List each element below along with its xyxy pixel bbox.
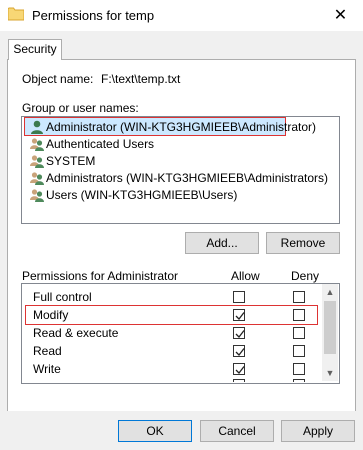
- list-item-label: Administrator (WIN-KTG3HGMIEEB\Administr…: [46, 120, 317, 134]
- deny-column-header: Deny: [291, 269, 320, 283]
- permission-row-write: Write: [33, 361, 61, 377]
- user-group-icon: [30, 137, 44, 152]
- object-name-label: Object name:: [22, 72, 94, 86]
- apply-button[interactable]: Apply: [281, 420, 355, 442]
- deny-checkbox-partial[interactable]: [293, 379, 305, 382]
- scroll-up-arrow-icon[interactable]: ▲: [322, 284, 338, 300]
- permissions-label: Permissions for Administrator: [22, 269, 179, 283]
- cancel-button[interactable]: Cancel: [200, 420, 274, 442]
- user-group-icon: [30, 171, 44, 186]
- group-names-label: Group or user names:: [22, 101, 139, 115]
- window-title: Permissions for temp: [32, 8, 155, 23]
- permission-row-read: Read: [33, 343, 62, 359]
- tab-security[interactable]: Security: [8, 39, 62, 60]
- object-name-value: F:\text\temp.txt: [101, 72, 181, 86]
- modify-highlight: [25, 305, 318, 325]
- check-icon: [235, 348, 245, 356]
- ok-button[interactable]: OK: [118, 420, 192, 442]
- allow-column-header: Allow: [231, 269, 260, 283]
- deny-checkbox-write[interactable]: [293, 363, 305, 375]
- allow-checkbox-partial[interactable]: [233, 379, 245, 382]
- allow-checkbox-full-control[interactable]: [233, 291, 245, 303]
- deny-checkbox-read[interactable]: [293, 345, 305, 357]
- allow-checkbox-write[interactable]: [233, 363, 245, 375]
- user-group-icon: [30, 188, 44, 203]
- check-icon: [235, 330, 245, 338]
- list-item-label: Administrators (WIN-KTG3HGMIEEB\Administ…: [46, 171, 329, 185]
- folder-icon: [7, 7, 25, 21]
- single-user-icon: [30, 120, 44, 135]
- user-group-icon: [30, 154, 44, 169]
- list-item-label: Authenticated Users: [46, 137, 155, 151]
- scroll-down-arrow-icon[interactable]: ▼: [322, 365, 338, 381]
- list-item-label: Users (WIN-KTG3HGMIEEB\Users): [46, 188, 238, 202]
- allow-checkbox-read[interactable]: [233, 345, 245, 357]
- allow-checkbox-read-execute[interactable]: [233, 327, 245, 339]
- permission-row-full-control: Full control: [33, 289, 92, 305]
- list-item-label: SYSTEM: [46, 154, 96, 168]
- permission-name: Full control: [33, 290, 92, 304]
- close-button[interactable]: ✕: [318, 0, 363, 31]
- permission-row-read-execute: Read & execute: [33, 325, 118, 341]
- permission-name: Read & execute: [33, 326, 119, 340]
- remove-button[interactable]: Remove: [266, 232, 340, 254]
- scrollbar-thumb[interactable]: [324, 301, 336, 354]
- add-button[interactable]: Add...: [185, 232, 259, 254]
- permission-name: Read: [33, 344, 62, 358]
- deny-checkbox-read-execute[interactable]: [293, 327, 305, 339]
- deny-checkbox-full-control[interactable]: [293, 291, 305, 303]
- permission-name: Write: [33, 362, 61, 376]
- check-icon: [235, 366, 245, 374]
